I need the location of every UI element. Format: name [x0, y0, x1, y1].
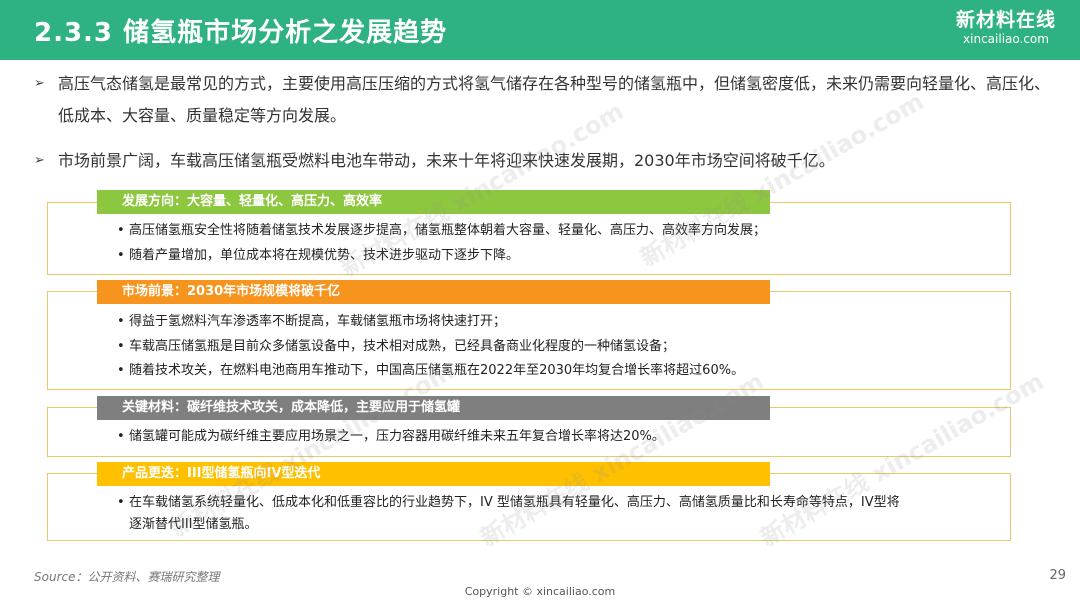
logo-text: 新材料在线	[955, 9, 1056, 31]
section-tag-market: 市场前景：2030年市场规模将破千亿	[97, 280, 770, 304]
dot-icon: •	[117, 223, 125, 238]
copyright: Copyright © xincailiao.com	[464, 585, 616, 598]
header-bar: 2.3.3 储氢瓶市场分析之发展趋势 新材料在线 xincailiao.com	[0, 0, 1080, 60]
dot-icon: •	[117, 429, 125, 444]
brand-logo: 新材料在线 xincailiao.com	[946, 8, 1066, 46]
dot-icon: •	[117, 314, 125, 329]
list-item: • 得益于氢燃料汽车渗透率不断提高，车载储氢瓶市场将快速打开；	[117, 309, 506, 335]
dot-icon: •	[117, 248, 125, 263]
list-item: • 随着产量增加，单位成本将在规模优势、技术进步驱动下逐步下降。	[117, 243, 519, 269]
list-item: • 车载高压储氢瓶是目前众多储氢设备中，技术相对成熟，已经具备商业化程度的一种储氢…	[117, 334, 675, 360]
page-title: 2.3.3 储氢瓶市场分析之发展趋势	[34, 18, 448, 48]
arrow-right-icon: ➢	[34, 76, 45, 91]
logo-url: xincailiao.com	[963, 32, 1049, 46]
source-note: Source：公开资料、赛瑞研究整理	[34, 570, 220, 584]
section-tag-product: 产品更迭：III型储氢瓶向IV型迭代	[97, 462, 770, 486]
arrow-right-icon: ➢	[34, 153, 45, 168]
page-number: 29	[1049, 568, 1066, 583]
list-item: • 储氢罐可能成为碳纤维主要应用场景之一，压力容器用碳纤维未来五年复合增长率将达2…	[117, 424, 665, 450]
dot-icon: •	[117, 339, 125, 354]
dot-icon: •	[117, 363, 125, 378]
